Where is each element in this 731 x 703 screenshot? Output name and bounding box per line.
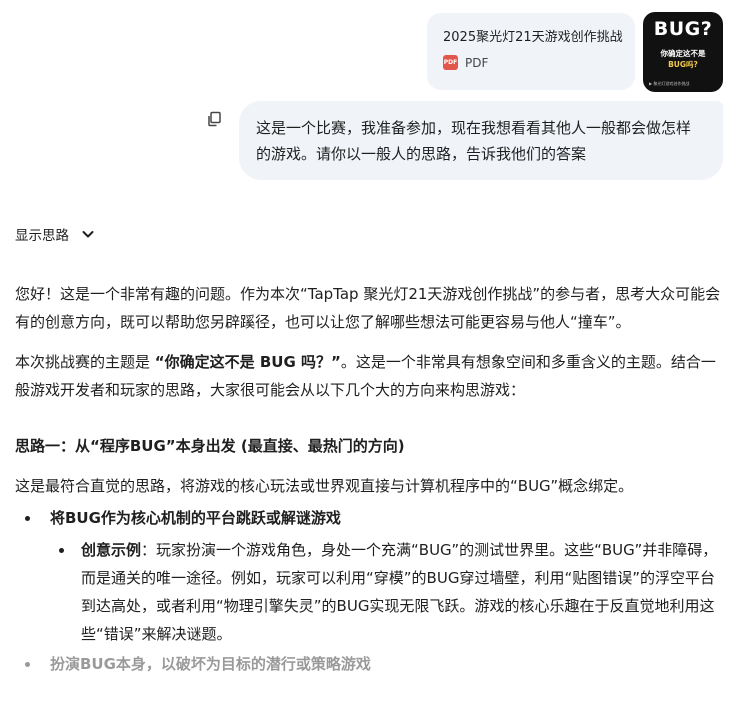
response-theme: 本次挑战赛的主题是 “你确定这不是 BUG 吗？”。这是一个非常具有想象空间和多… — [15, 348, 723, 404]
bullet-icon — [25, 662, 30, 667]
example-label: 创意示例 — [81, 541, 142, 559]
response-intro: 您好！这是一个非常有趣的问题。作为本次“TapTap 聚光灯21天游戏创作挑战”… — [15, 285, 721, 331]
thumbnail-subtitle-line1: 你确定这不是 — [660, 49, 706, 58]
response-desc-1: 这是最符合直觉的思路，将游戏的核心玩法或世界观直接与计算机程序中的“BUG”概念… — [15, 477, 634, 495]
bullet-2-text: 扮演BUG本身，以破坏为目标的潜行或策略游戏 — [50, 655, 371, 673]
copy-icon — [208, 111, 221, 127]
thumbnail-subtitle: 你确定这不是 BUG吗? — [643, 48, 723, 70]
chevron-down-icon — [82, 231, 94, 238]
attachment-thumbnail[interactable]: BUG? 你确定这不是 BUG吗? ▶ 聚光灯游戏创作挑战 — [643, 12, 723, 92]
list-item: 扮演BUG本身，以破坏为目标的潜行或策略游戏 — [15, 650, 723, 678]
attachment-file-type: PDF — [465, 55, 489, 70]
show-thoughts-label: 显示思路 — [15, 228, 69, 244]
bullet-icon — [59, 548, 64, 553]
model-response: 您好！这是一个非常有趣的问题。作为本次“TapTap 聚光灯21天游戏创作挑战”… — [15, 280, 723, 678]
theme-bold: “你确定这不是 BUG 吗？” — [154, 353, 341, 371]
show-thoughts-toggle[interactable]: 显示思路 — [15, 224, 95, 244]
thumbnail-footer: ▶ 聚光灯游戏创作挑战 — [649, 81, 690, 86]
bullet-icon — [25, 516, 30, 521]
attachment-file-name: 2025聚光灯21天游戏创作挑战 — [443, 30, 623, 45]
user-message-bubble: 这是一个比赛，我准备参加，现在我想看看其他人一般都会做怎样的游戏。请你以一般人的… — [239, 101, 723, 180]
thumbnail-subtitle-line2: BUG吗? — [668, 60, 698, 69]
copy-button[interactable] — [205, 110, 223, 128]
list-item: 将BUG作为核心机制的平台跳跃或解谜游戏 — [15, 504, 723, 532]
example-text: ：玩家扮演一个游戏角色，身处一个充满“BUG”的测试世界里。这些“BUG”并非障… — [81, 541, 718, 643]
sub-list-item: 创意示例：玩家扮演一个游戏角色，身处一个充满“BUG”的测试世界里。这些“BUG… — [15, 536, 723, 648]
thumbnail-title: BUG? — [653, 18, 713, 40]
attachment-type-row: PDF PDF — [443, 55, 635, 70]
response-heading-1: 思路一：从“程序BUG”本身出发 (最直接、最热门的方向) — [15, 437, 405, 455]
pdf-icon: PDF — [443, 55, 458, 70]
bullet-1-text: 将BUG作为核心机制的平台跳跃或解谜游戏 — [50, 509, 341, 527]
user-message-text: 这是一个比赛，我准备参加，现在我想看看其他人一般都会做怎样的游戏。请你以一般人的… — [256, 119, 692, 163]
attachment-card[interactable]: 2025聚光灯21天游戏创作挑战 PDF PDF — [427, 13, 635, 90]
theme-prefix: 本次挑战赛的主题是 — [15, 353, 155, 371]
